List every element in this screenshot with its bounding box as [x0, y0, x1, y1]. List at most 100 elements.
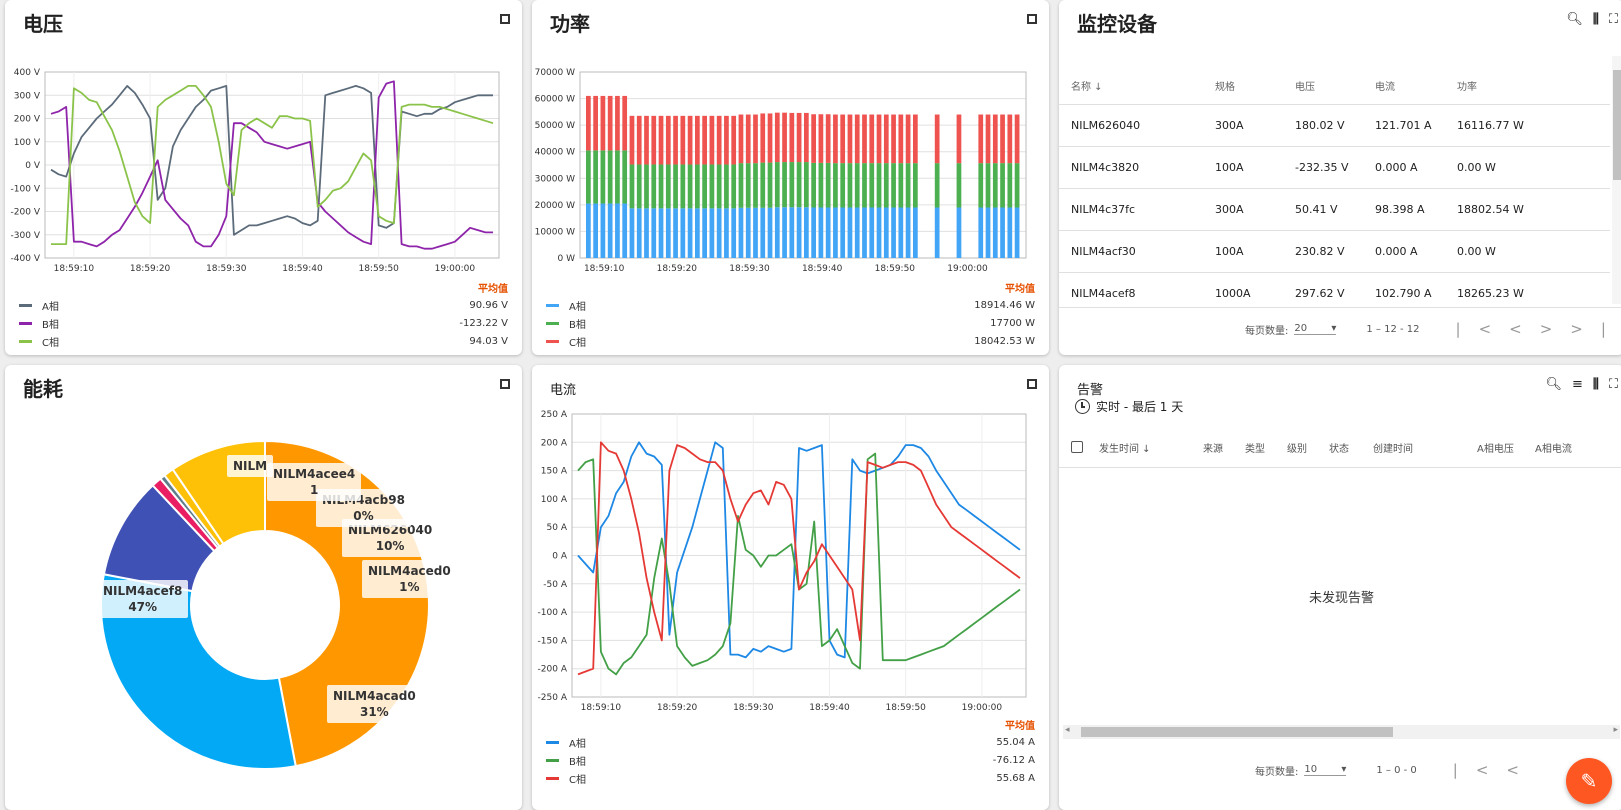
x-tick-label: 19:00:00: [435, 264, 476, 274]
bar: [869, 114, 875, 164]
scrollbar-thumb[interactable]: [1081, 727, 1393, 737]
bar: [673, 164, 678, 209]
y-tick-label: 200 A: [541, 438, 568, 448]
bar: [1000, 163, 1005, 208]
prev-page-icon[interactable]: <: [1509, 320, 1540, 338]
bar: [629, 208, 635, 258]
legend-item[interactable]: A相 90.96 V: [13, 296, 508, 314]
per-page-select[interactable]: 10 ▾: [1304, 764, 1347, 776]
bar: [992, 114, 998, 164]
voltage-legend: 平均值 A相 90.96 V B相 -123.22 V C相 94.03 V: [13, 280, 508, 350]
first-page-icon[interactable]: |<: [1453, 761, 1507, 779]
column-header[interactable]: 规格: [1215, 78, 1295, 93]
bar: [913, 114, 918, 164]
per-page-label: 每页数量:: [1245, 325, 1289, 337]
column-header[interactable]: A相电压: [1477, 440, 1535, 455]
column-header[interactable]: 来源: [1203, 440, 1245, 455]
bar: [1014, 114, 1020, 164]
bar: [673, 115, 678, 165]
bar: [876, 114, 882, 164]
fullscreen-icon[interactable]: ⛶: [1609, 377, 1618, 392]
legend-item[interactable]: B相 17700 W: [540, 314, 1035, 332]
column-header[interactable]: 级别: [1287, 440, 1329, 455]
bar: [738, 163, 744, 208]
column-header[interactable]: A相电流: [1535, 440, 1585, 455]
column-name-header[interactable]: 名称 ↓: [1059, 78, 1215, 93]
x-tick-label: 18:59:40: [802, 264, 843, 274]
legend-item[interactable]: B相 -123.22 V: [13, 314, 508, 332]
table-row[interactable]: NILM626040 300A 180.02 V 121.701 A 16116.77 …: [1059, 105, 1610, 147]
bar: [760, 162, 766, 208]
column-header[interactable]: 状态: [1329, 440, 1373, 455]
devices-title: 监控设备: [1077, 12, 1157, 36]
legend-item[interactable]: C相 94.03 V: [13, 332, 508, 350]
legend-item[interactable]: B相 -76.12 A: [540, 751, 1035, 769]
current-legend: 平均值 A相 55.04 A B相 -76.12 A C相 55.68 A: [540, 717, 1035, 787]
alarms-card: 告警 🔍︎ ≡ ⫼ ⛶ 实时 - 最后 1 天 发生时间 ↓ 来源 类型 级别 …: [1059, 365, 1621, 810]
bar: [745, 114, 751, 164]
horizontal-scrollbar[interactable]: ◂ ▸: [1063, 725, 1620, 739]
select-all-checkbox[interactable]: [1071, 441, 1083, 453]
bar: [629, 115, 635, 165]
legend-item[interactable]: A相 18914.46 W: [540, 296, 1035, 314]
prev-page-icon[interactable]: <: [1506, 761, 1537, 779]
pie-label: NILM: [227, 455, 274, 477]
y-tick-label: 400 V: [14, 68, 41, 78]
vertical-scrollbar[interactable]: [1612, 56, 1621, 304]
search-icon[interactable]: 🔍︎: [1545, 377, 1562, 392]
pie-label: NILM4acad0 31%: [327, 685, 422, 723]
bar: [731, 115, 737, 165]
bar: [934, 163, 940, 208]
bar: [818, 162, 824, 208]
column-header[interactable]: 创建时间: [1373, 440, 1477, 455]
legend-item[interactable]: C相 55.68 A: [540, 769, 1035, 787]
bar: [615, 95, 620, 151]
bar: [869, 163, 875, 208]
legend-item[interactable]: C相 18042.53 W: [540, 332, 1035, 350]
bar: [898, 163, 904, 208]
table-row[interactable]: NILM4c3820 100A -232.35 V 0.000 A 0.00 W: [1059, 147, 1610, 189]
legend-item[interactable]: A相 55.04 A: [540, 733, 1035, 751]
edit-fab-button[interactable]: ✎: [1566, 758, 1612, 804]
y-tick-label: 250 A: [541, 410, 568, 420]
search-icon[interactable]: 🔍︎: [1566, 12, 1583, 27]
column-header[interactable]: 功率: [1457, 78, 1547, 93]
column-header[interactable]: 电流: [1375, 78, 1457, 93]
fullscreen-icon[interactable]: [1027, 379, 1037, 389]
x-tick-label: 18:59:30: [729, 264, 770, 274]
table-row[interactable]: NILM4acf30 100A 230.82 V 0.000 A 0.00 W: [1059, 231, 1610, 273]
bar: [934, 207, 940, 258]
series-line: [577, 441, 1021, 659]
fullscreen-icon[interactable]: [1027, 14, 1037, 24]
y-tick-label: -300 V: [11, 231, 41, 241]
fullscreen-icon[interactable]: ⛶: [1609, 12, 1618, 27]
legend-name: C相: [42, 337, 59, 349]
next-page-icon[interactable]: >: [1540, 320, 1571, 338]
current-title: 电流: [550, 383, 577, 398]
x-tick-label: 18:59:50: [875, 264, 916, 274]
time-range[interactable]: 实时 - 最后 1 天: [1075, 398, 1183, 415]
y-tick-label: 70000 W: [535, 68, 575, 78]
legend-swatch: [546, 321, 559, 325]
voltage-avg-label: 平均值: [478, 284, 508, 295]
column-header[interactable]: 电压: [1295, 78, 1375, 93]
fullscreen-icon[interactable]: [500, 14, 510, 24]
filter-icon[interactable]: ≡: [1572, 377, 1583, 392]
bar: [753, 163, 758, 208]
column-header[interactable]: 发生时间 ↓: [1099, 440, 1203, 455]
first-page-icon[interactable]: |<: [1456, 320, 1510, 338]
table-row[interactable]: NILM4c37fc 300A 50.41 V 98.398 A 18802.54 W: [1059, 189, 1610, 231]
columns-icon[interactable]: ⫼: [1593, 377, 1599, 392]
bar: [709, 115, 715, 165]
bar: [840, 207, 846, 258]
column-header[interactable]: 类型: [1245, 440, 1287, 455]
bar: [825, 114, 831, 163]
last-page-icon[interactable]: >|: [1570, 320, 1621, 338]
columns-icon[interactable]: ⫼: [1593, 12, 1599, 27]
y-tick-label: 100 V: [14, 138, 41, 148]
per-page-select[interactable]: 20 ▾: [1294, 323, 1337, 335]
y-tick-label: -200 A: [538, 665, 568, 675]
bar: [818, 114, 824, 163]
scrollbar-thumb[interactable]: [1613, 70, 1621, 180]
legend-value: 55.68 A: [996, 772, 1035, 784]
